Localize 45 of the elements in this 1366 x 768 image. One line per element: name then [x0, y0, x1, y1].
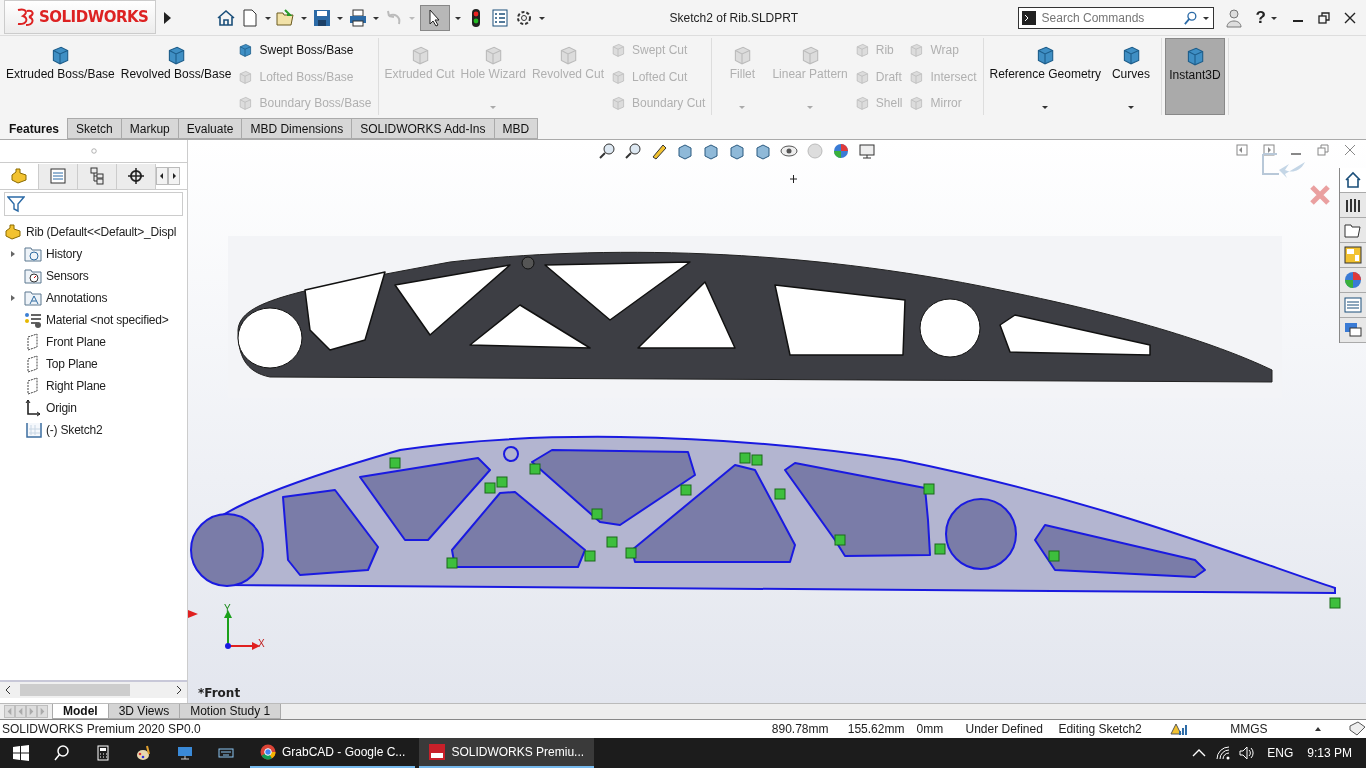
axis-label: Y	[224, 603, 231, 614]
ribbon-command[interactable]: Instant3D	[1164, 38, 1225, 115]
help-button[interactable]: ?	[1255, 7, 1266, 28]
editing-status: Editing Sketch2	[1058, 722, 1143, 736]
tree-item[interactable]: Top Plane	[0, 353, 187, 375]
command-tab[interactable]: MBD	[493, 118, 539, 139]
tree-item[interactable]: History	[0, 243, 187, 265]
model-tab[interactable]: Model	[52, 704, 109, 719]
model-tab[interactable]: Motion Study 1	[179, 704, 282, 719]
status-text: SOLIDWORKS Premium 2020 SP0.0	[2, 722, 202, 736]
sketch-state: Under Defined	[965, 722, 1044, 736]
language-indicator[interactable]: ENG	[1267, 746, 1294, 760]
command-tab[interactable]: Evaluate	[177, 118, 243, 139]
tree-item[interactable]: Sensors	[0, 265, 187, 287]
view-name: *Front	[198, 686, 241, 700]
command-tab[interactable]: SOLIDWORKS Add-Ins	[351, 118, 495, 139]
tree-item[interactable]: Right Plane	[0, 375, 187, 397]
taskbar-app[interactable]: GrabCAD - Google C...	[250, 738, 416, 768]
window-title: Sketch2 of Rib.SLDPRT	[668, 10, 800, 25]
model-tab[interactable]: 3D Views	[107, 704, 181, 719]
search-bar[interactable]: Search Commands	[1017, 6, 1214, 29]
logo-text: SOLIDWORKS	[39, 8, 149, 26]
axis-label: X	[258, 638, 265, 649]
ribbon-command[interactable]: Curves	[1103, 38, 1158, 115]
coordinate-z: 0mm	[916, 722, 945, 736]
tree-item[interactable]: Material <not specified>	[0, 309, 187, 331]
command-tab[interactable]: Markup	[120, 118, 179, 139]
ribbon-command[interactable]: Revolved Boss/Base	[117, 38, 235, 115]
tree-item[interactable]: Annotations	[0, 287, 187, 309]
command-tab[interactable]: MBD Dimensions	[241, 118, 353, 139]
tree-item[interactable]: (-) Sketch2	[0, 419, 187, 441]
tree-item[interactable]: Rib (Default<<Default>_Displ	[0, 221, 187, 243]
ribbon-command[interactable]: Extruded Boss/Base	[3, 38, 118, 115]
coordinate-x: 890.78mm	[771, 722, 830, 736]
search-input[interactable]: Search Commands	[1039, 9, 1180, 26]
clock[interactable]: 9:13 PM	[1307, 746, 1352, 760]
taskbar-app[interactable]: SOLIDWORKS Premiu...	[419, 738, 595, 768]
units-selector[interactable]: MMGS	[1230, 722, 1315, 736]
ribbon-command[interactable]: Reference Geometry	[986, 38, 1104, 115]
graphics-area[interactable]: X Y *Front	[188, 140, 1366, 703]
tree-item[interactable]: Origin	[0, 397, 187, 419]
tree-item[interactable]: Front Plane	[0, 331, 187, 353]
coordinate-y: 155.62mm	[847, 722, 906, 736]
command-tab[interactable]: Sketch	[67, 118, 122, 139]
ribbon-command[interactable]: Swept Boss/Base	[234, 42, 375, 58]
